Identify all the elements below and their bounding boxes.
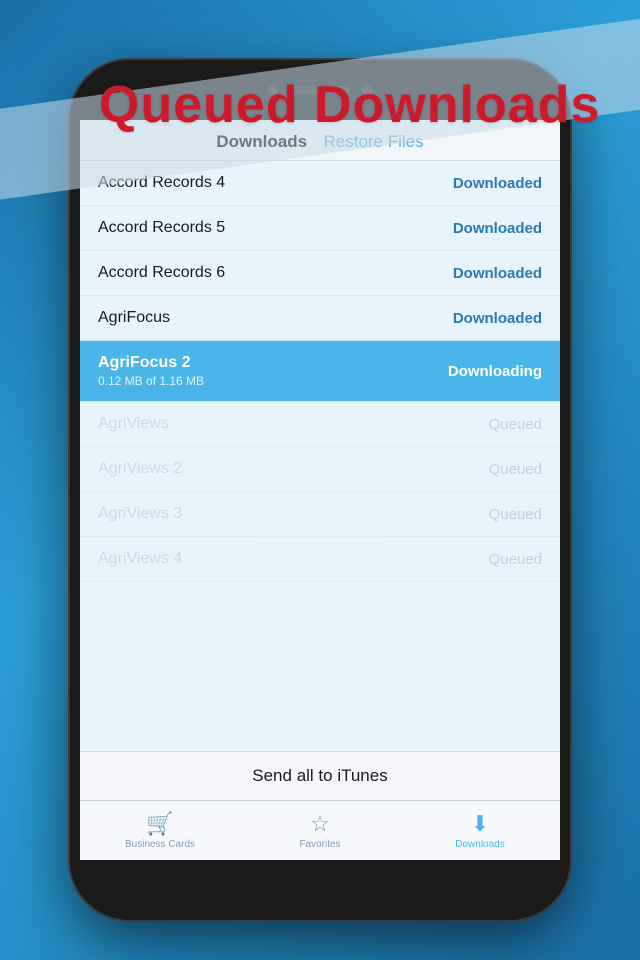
list-item[interactable]: Accord Records 5 Downloaded xyxy=(80,206,560,251)
item-progress: 0.12 MB of 1.16 MB xyxy=(98,374,204,388)
phone-shell: Downloads Restore Files Accord Records 4… xyxy=(70,60,570,920)
list-item[interactable]: AgriViews 3 Queued xyxy=(80,492,560,537)
item-name: AgriViews 2 xyxy=(98,460,182,478)
item-left: AgriViews xyxy=(98,415,169,433)
item-name: AgriViews 4 xyxy=(98,550,182,568)
tab-item-favorites[interactable]: ☆ Favorites xyxy=(240,801,400,860)
list-item[interactable]: AgriViews Queued xyxy=(80,402,560,447)
download-list: Accord Records 4DownloadedAccord Records… xyxy=(80,161,560,751)
send-all-itunes-button[interactable]: Send all to iTunes xyxy=(80,751,560,800)
item-status: Downloaded xyxy=(453,265,542,282)
tab-item-business-cards[interactable]: 🛒 Business Cards xyxy=(80,801,240,860)
item-left: Accord Records 5 xyxy=(98,219,225,237)
item-left: AgriViews 2 xyxy=(98,460,182,478)
banner-text: Queued Downloads xyxy=(99,75,600,135)
item-status: Queued xyxy=(489,551,542,568)
list-item[interactable]: AgriFocus 2 0.12 MB of 1.16 MB Downloading xyxy=(80,341,560,402)
business-cards-icon: 🛒 xyxy=(146,811,173,837)
business-cards-tab-label: Business Cards xyxy=(125,839,195,850)
item-left: AgriViews 4 xyxy=(98,550,182,568)
favorites-tab-label: Favorites xyxy=(299,839,340,850)
send-button-label: Send all to iTunes xyxy=(252,766,387,785)
favorites-icon: ☆ xyxy=(310,811,330,837)
item-name: AgriViews 3 xyxy=(98,505,182,523)
item-left: Accord Records 6 xyxy=(98,264,225,282)
tab-bar: 🛒 Business Cards ☆ Favorites ⬇ Downloads xyxy=(80,800,560,860)
item-status: Queued xyxy=(489,416,542,433)
item-name: AgriViews xyxy=(98,415,169,433)
item-name: AgriFocus xyxy=(98,309,170,327)
downloads-tab-label: Downloads xyxy=(455,839,504,850)
screen: Downloads Restore Files Accord Records 4… xyxy=(80,120,560,860)
item-status: Downloaded xyxy=(453,220,542,237)
downloads-icon: ⬇ xyxy=(471,811,489,837)
item-status: Queued xyxy=(489,461,542,478)
list-item[interactable]: AgriFocus Downloaded xyxy=(80,296,560,341)
item-left: AgriViews 3 xyxy=(98,505,182,523)
item-status: Downloaded xyxy=(453,310,542,327)
item-name: AgriFocus 2 xyxy=(98,354,204,372)
list-item[interactable]: Accord Records 6 Downloaded xyxy=(80,251,560,296)
item-name: Accord Records 5 xyxy=(98,219,225,237)
item-left: AgriFocus xyxy=(98,309,170,327)
item-status: Queued xyxy=(489,506,542,523)
item-left: AgriFocus 2 0.12 MB of 1.16 MB xyxy=(98,354,204,388)
list-item[interactable]: AgriViews 4 Queued xyxy=(80,537,560,582)
tab-item-downloads[interactable]: ⬇ Downloads xyxy=(400,801,560,860)
item-status: Downloaded xyxy=(453,175,542,192)
list-item[interactable]: AgriViews 2 Queued xyxy=(80,447,560,492)
item-name: Accord Records 6 xyxy=(98,264,225,282)
item-status: Downloading xyxy=(448,363,542,380)
